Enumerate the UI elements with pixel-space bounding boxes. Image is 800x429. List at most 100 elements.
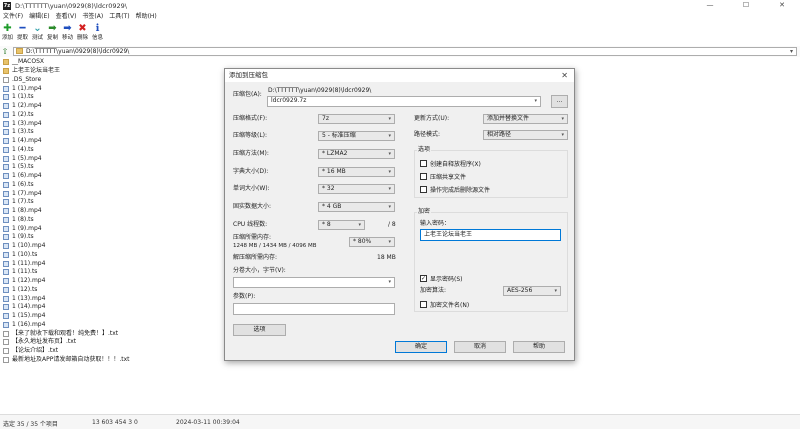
file-icon — [3, 356, 9, 363]
maximize-icon[interactable]: ☐ — [728, 0, 764, 11]
shared-checkbox[interactable]: 压缩共享文件 — [420, 172, 466, 181]
folder-icon — [3, 68, 9, 75]
menu-view[interactable]: 查看(V) — [53, 12, 80, 22]
chevron-down-icon: ▾ — [554, 288, 557, 294]
chevron-down-icon: ▾ — [534, 98, 537, 104]
toolbar-delete-button[interactable]: ✖ 删除 — [75, 23, 90, 45]
decomp-mem-value: 18 MB — [377, 254, 396, 261]
format-combo[interactable]: 7z ▾ — [318, 114, 395, 124]
toolbar-test-button[interactable]: ⌄ 测试 — [30, 23, 45, 45]
minimize-icon[interactable]: — — [692, 0, 728, 11]
file-name: 1 (6).ts — [12, 180, 34, 188]
menu-bookmarks[interactable]: 书签(A) — [79, 12, 106, 22]
media-file-icon — [3, 120, 9, 127]
toolbar-label: 添加 — [1, 35, 13, 41]
media-file-icon — [3, 85, 9, 92]
help-button[interactable]: 帮助 — [513, 341, 565, 353]
file-name: 1 (11).ts — [12, 268, 38, 276]
chevron-down-icon: ▾ — [561, 116, 564, 122]
toolbar-label: 删除 — [76, 35, 88, 41]
dict-value: * 16 MB — [322, 168, 346, 175]
file-name: 1 (9).mp4 — [12, 224, 42, 232]
up-folder-icon[interactable]: ⇧ — [0, 47, 10, 56]
mem-percent-value: * 80% — [353, 238, 372, 245]
delete-source-label: 操作完成后删除源文件 — [430, 187, 491, 194]
toolbar-label: 移动 — [61, 35, 73, 41]
encrypt-names-checkbox[interactable]: 加密文件名(N) — [420, 300, 469, 309]
media-file-icon — [3, 321, 9, 328]
status-modified: 2024-03-11 00:39:04 — [176, 419, 240, 426]
enc-method-combo[interactable]: AES-256 ▾ — [503, 286, 561, 296]
sfx-label: 创建自释放程序(X) — [430, 161, 481, 168]
menu-help[interactable]: 帮助(H) — [133, 12, 160, 22]
dict-label: 字典大小(D): — [233, 168, 269, 175]
sfx-checkbox[interactable]: 创建自释放程序(X) — [420, 159, 481, 168]
file-row[interactable]: __MACOSX — [0, 58, 800, 67]
chevron-down-icon: ▾ — [388, 204, 391, 210]
update-value: 添加并替换文件 — [487, 115, 530, 122]
media-file-icon — [3, 234, 9, 241]
chevron-down-icon[interactable]: ▾ — [790, 48, 793, 55]
media-file-icon — [3, 164, 9, 171]
media-file-icon — [3, 286, 9, 293]
copy-icon: ➡ — [48, 23, 57, 34]
method-combo[interactable]: * LZMA2 ▾ — [318, 149, 395, 159]
folder-icon — [16, 48, 23, 54]
file-name: 1 (2).ts — [12, 110, 34, 118]
address-input[interactable]: D:\TTTTTT\yuan\0929(8)\ldcr0929\ ▾ — [13, 47, 797, 56]
close-icon[interactable]: ✕ — [764, 0, 800, 11]
file-name: 1 (1).mp4 — [12, 84, 42, 92]
format-label: 压缩格式(F): — [233, 115, 268, 122]
media-file-icon — [3, 181, 9, 188]
show-password-checkbox[interactable]: ✓ 显示密码(S) — [420, 274, 463, 283]
encryption-group-title: 加密 — [417, 208, 432, 216]
toolbar-copy-button[interactable]: ➡ 复制 — [45, 23, 60, 45]
delete-source-checkbox[interactable]: 操作完成后删除源文件 — [420, 185, 490, 194]
menu-edit[interactable]: 编辑(E) — [26, 12, 52, 22]
params-input[interactable] — [233, 303, 395, 315]
threads-combo[interactable]: * 8 ▾ — [318, 220, 365, 230]
menu-tools[interactable]: 工具(T) — [106, 12, 132, 22]
mem-percent-combo[interactable]: * 80% ▾ — [349, 237, 395, 247]
toolbar-extract-button[interactable]: ━ 提取 — [15, 23, 30, 45]
password-input[interactable]: 上老王论坛当老王 — [420, 229, 561, 241]
chevron-down-icon: ▾ — [388, 279, 391, 285]
solid-combo[interactable]: * 4 GB ▾ — [318, 202, 395, 212]
level-value: 5 - 标准压缩 — [322, 132, 356, 139]
browse-button[interactable]: ... — [551, 95, 568, 108]
media-file-icon — [3, 173, 9, 180]
word-combo[interactable]: * 32 ▾ — [318, 184, 395, 194]
move-icon: ➡ — [63, 23, 72, 34]
options-button[interactable]: 选项 — [233, 324, 286, 336]
toolbar-info-button[interactable]: ℹ 信息 — [90, 23, 105, 45]
toolbar-move-button[interactable]: ➡ 移动 — [60, 23, 75, 45]
file-name: __MACOSX — [12, 58, 45, 66]
media-file-icon — [3, 225, 9, 232]
cancel-button[interactable]: 取消 — [454, 341, 506, 353]
mem-detail: 1248 MB / 1434 MB / 4096 MB — [233, 243, 317, 249]
show-password-label: 显示密码(S) — [430, 276, 463, 283]
menu-bar: 文件(F) 编辑(E) 查看(V) 书签(A) 工具(T) 帮助(H) — [0, 12, 160, 22]
toolbar-add-button[interactable]: ✚ 添加 — [0, 23, 15, 45]
delete-icon: ✖ — [78, 23, 87, 34]
level-combo[interactable]: 5 - 标准压缩 ▾ — [318, 131, 395, 141]
update-combo[interactable]: 添加并替换文件 ▾ — [483, 114, 568, 124]
ok-button[interactable]: 确定 — [395, 341, 447, 353]
chevron-down-icon: ▾ — [358, 222, 361, 228]
file-name: 1 (9).ts — [12, 233, 34, 241]
archive-name-combo[interactable]: ldcr0929.7z ▾ — [267, 96, 541, 107]
address-path: D:\TTTTTT\yuan\0929(8)\ldcr0929\ — [26, 48, 130, 55]
media-file-icon — [3, 155, 9, 162]
file-name: 1 (4).mp4 — [12, 137, 42, 145]
level-label: 压缩等级(L): — [233, 132, 268, 139]
dialog-close-icon[interactable]: ✕ — [561, 69, 568, 82]
split-combo[interactable]: ▾ — [233, 277, 395, 288]
dict-combo[interactable]: * 16 MB ▾ — [318, 167, 395, 177]
status-bar: 选定 35 / 35 个项目 13 603 454 3 0 2024-03-11… — [0, 414, 800, 429]
pathmode-combo[interactable]: 相对路径 ▾ — [483, 130, 568, 140]
archive-label: 压缩包(A): — [233, 91, 262, 98]
menu-file[interactable]: 文件(F) — [0, 12, 26, 22]
file-name: 1 (11).mp4 — [12, 259, 46, 267]
file-name: 1 (5).ts — [12, 163, 34, 171]
checkbox-box — [420, 160, 427, 167]
